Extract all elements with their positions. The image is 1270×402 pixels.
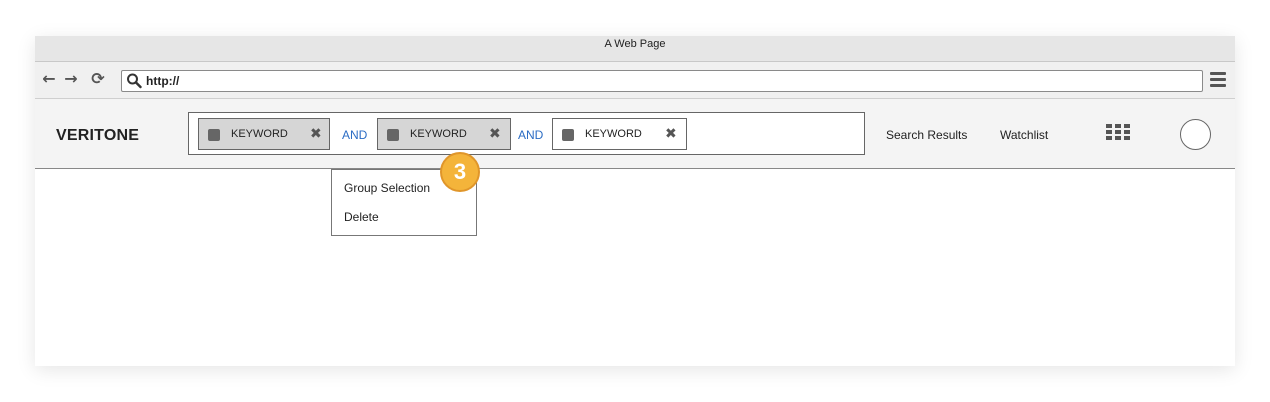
address-bar: ← → ⟳ http:// xyxy=(35,62,1235,99)
close-icon[interactable]: ✖ xyxy=(310,126,322,142)
refresh-icon[interactable]: ⟳ xyxy=(89,70,107,88)
window-title: A Web Page xyxy=(35,36,1235,62)
chip-label: KEYWORD xyxy=(231,128,288,140)
annotation-step-badge: 3 xyxy=(440,152,480,192)
apps-grid-icon[interactable] xyxy=(1106,124,1130,141)
browser-window: A Web Page ← → ⟳ http:// VERITONE KEYWOR… xyxy=(35,36,1235,366)
nav-search-results[interactable]: Search Results xyxy=(886,128,967,142)
close-icon[interactable]: ✖ xyxy=(489,126,501,142)
operator-label[interactable]: AND xyxy=(518,128,543,142)
chip-drag-handle-icon xyxy=(208,129,220,141)
avatar[interactable] xyxy=(1180,119,1211,150)
hamburger-menu-icon[interactable] xyxy=(1210,72,1226,88)
chip-label: KEYWORD xyxy=(410,128,467,140)
chip-drag-handle-icon xyxy=(562,129,574,141)
url-input[interactable]: http:// xyxy=(121,70,1203,92)
close-icon[interactable]: ✖ xyxy=(665,126,677,142)
nav-watchlist[interactable]: Watchlist xyxy=(1000,128,1048,142)
chip-drag-handle-icon xyxy=(387,129,399,141)
search-icon xyxy=(127,73,142,89)
menu-item-group-selection[interactable]: Group Selection xyxy=(344,181,430,195)
search-query-builder[interactable]: KEYWORD ✖ AND KEYWORD ✖ AND KEYWORD ✖ xyxy=(188,112,865,155)
menu-item-delete[interactable]: Delete xyxy=(344,210,379,224)
brand-logo: VERITONE xyxy=(56,127,140,144)
app-header: VERITONE KEYWORD ✖ AND KEYWORD ✖ AND KEY… xyxy=(35,99,1235,169)
keyword-chip-3[interactable]: KEYWORD ✖ xyxy=(552,118,687,150)
arrow-left-icon[interactable]: ← xyxy=(40,70,58,88)
chip-label: KEYWORD xyxy=(585,128,642,140)
keyword-chip-1[interactable]: KEYWORD ✖ xyxy=(198,118,330,150)
url-text: http:// xyxy=(146,74,180,88)
operator-label[interactable]: AND xyxy=(342,128,367,142)
arrow-right-icon[interactable]: → xyxy=(62,70,80,88)
keyword-chip-2[interactable]: KEYWORD ✖ xyxy=(377,118,511,150)
